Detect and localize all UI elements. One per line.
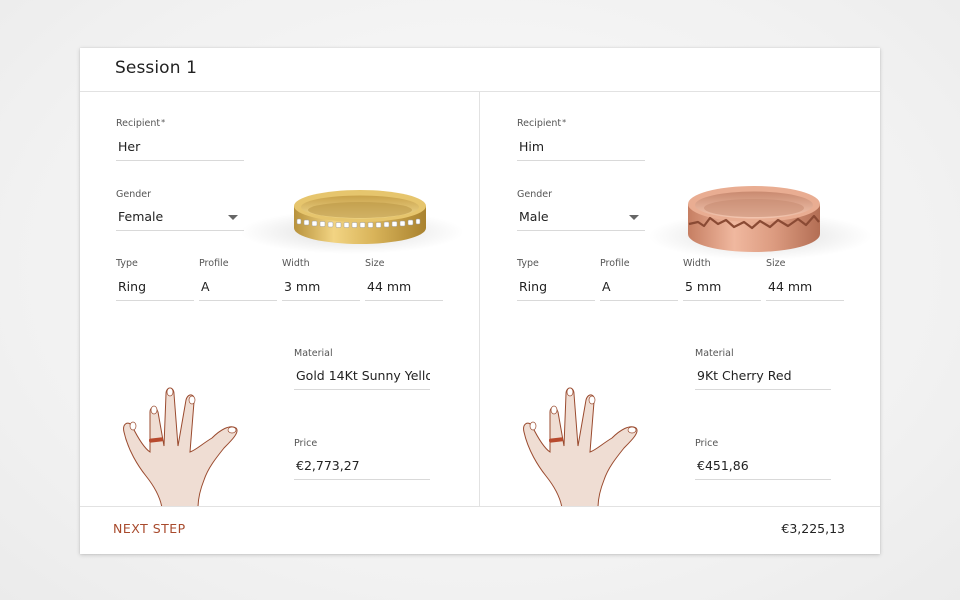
next-step-button[interactable]: NEXT STEP bbox=[113, 521, 186, 536]
price-label: Price bbox=[695, 438, 719, 449]
material-label: Material bbox=[695, 348, 734, 359]
chevron-down-icon bbox=[629, 215, 639, 220]
price-field: €2,773,27 bbox=[294, 455, 430, 480]
type-label: Type bbox=[517, 258, 539, 269]
session-card: Session 1 Recipient* Her Gender Female T… bbox=[80, 48, 880, 554]
gender-select[interactable]: Female bbox=[116, 206, 244, 231]
profile-label: Profile bbox=[600, 258, 630, 269]
hand-illustration bbox=[523, 387, 638, 506]
size-input[interactable]: 44 mm bbox=[365, 276, 443, 301]
card-header: Session 1 bbox=[80, 48, 880, 92]
yellow-gold-ring-image bbox=[240, 190, 464, 254]
ring-panel-him: Recipient* Him Gender Male Type Ring Pro… bbox=[480, 92, 879, 506]
material-label: Material bbox=[294, 348, 333, 359]
gender-select[interactable]: Male bbox=[517, 206, 645, 231]
profile-label: Profile bbox=[199, 258, 229, 269]
gender-select-value: Female bbox=[118, 209, 164, 224]
material-input[interactable]: Gold 14Kt Sunny Yellow bbox=[294, 365, 430, 390]
width-input[interactable]: 3 mm bbox=[282, 276, 360, 301]
material-input[interactable]: 9Kt Cherry Red bbox=[695, 365, 831, 390]
chevron-down-icon bbox=[228, 215, 238, 220]
gender-select-value: Male bbox=[519, 209, 549, 224]
total-price: €3,225,13 bbox=[781, 521, 845, 536]
gender-label: Gender bbox=[116, 189, 152, 200]
recipient-label: Recipient* bbox=[116, 118, 166, 129]
price-label: Price bbox=[294, 438, 318, 449]
type-label: Type bbox=[116, 258, 138, 269]
type-input[interactable]: Ring bbox=[517, 276, 595, 301]
size-input[interactable]: 44 mm bbox=[766, 276, 844, 301]
recipient-input[interactable]: Him bbox=[517, 136, 645, 161]
hand-illustration bbox=[123, 387, 238, 506]
type-input[interactable]: Ring bbox=[116, 276, 194, 301]
recipient-input[interactable]: Her bbox=[116, 136, 244, 161]
price-field: €451,86 bbox=[695, 455, 831, 480]
recipient-label: Recipient* bbox=[517, 118, 567, 129]
width-input[interactable]: 5 mm bbox=[683, 276, 761, 301]
profile-input[interactable]: A bbox=[199, 276, 277, 301]
ring-panel-her: Recipient* Her Gender Female Type Ring P… bbox=[80, 92, 479, 506]
profile-input[interactable]: A bbox=[600, 276, 678, 301]
session-title: Session 1 bbox=[115, 58, 197, 78]
gender-label: Gender bbox=[517, 189, 553, 200]
card-footer: NEXT STEP €3,225,13 bbox=[80, 506, 880, 555]
rose-gold-ring-image bbox=[648, 186, 872, 260]
